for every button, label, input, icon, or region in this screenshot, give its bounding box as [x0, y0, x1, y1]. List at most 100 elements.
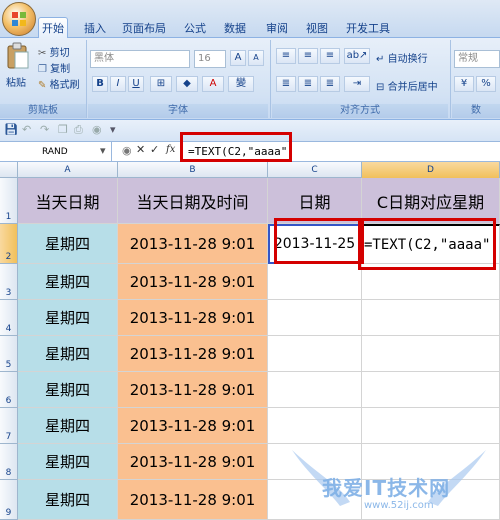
percent-button[interactable]: % [476, 76, 496, 92]
tab-insert[interactable]: 插入 [80, 20, 110, 38]
cell-b3[interactable]: 2013-11-28 9:01 [118, 264, 268, 300]
tab-formulas[interactable]: 公式 [180, 20, 210, 38]
select-all-corner[interactable] [0, 162, 18, 178]
row-header-5[interactable]: 5 [0, 336, 18, 372]
cancel-icon[interactable]: ✕ [136, 143, 145, 156]
cell-c7[interactable] [268, 408, 362, 444]
merge-center-button[interactable]: ⊟ 合并后居中 [376, 78, 438, 93]
scissors-icon: ✂ [38, 48, 47, 59]
cell-c5[interactable] [268, 336, 362, 372]
print-preview-icon[interactable]: ⎙ [74, 123, 83, 137]
column-header-c[interactable]: C [268, 162, 362, 178]
underline-button[interactable]: U [128, 76, 144, 92]
save-icon[interactable]: 💾︎ [4, 123, 18, 136]
cell-b2[interactable]: 2013-11-28 9:01 [118, 224, 268, 264]
cell-b5[interactable]: 2013-11-28 9:01 [118, 336, 268, 372]
cell-a3[interactable]: 星期四 [18, 264, 118, 300]
row-header-3[interactable]: 3 [0, 264, 18, 300]
row-header-2[interactable]: 2 [0, 224, 18, 264]
cell-c3[interactable] [268, 264, 362, 300]
cell-d6[interactable] [362, 372, 500, 408]
tab-home[interactable]: 开始 [38, 17, 68, 39]
cell-a4[interactable]: 星期四 [18, 300, 118, 336]
column-header-b[interactable]: B [118, 162, 268, 178]
column-header-d[interactable]: D [362, 162, 500, 178]
paste-button[interactable]: 粘贴 [4, 42, 32, 98]
currency-button[interactable]: ¥ [454, 76, 474, 92]
office-button[interactable] [2, 2, 36, 36]
camera-icon[interactable]: ◉ [92, 123, 102, 136]
tab-view[interactable]: 视图 [302, 20, 332, 38]
cell-a5[interactable]: 星期四 [18, 336, 118, 372]
font-size-select[interactable]: 16 [194, 50, 226, 68]
redo-icon[interactable]: ↷ [40, 123, 49, 136]
align-bottom-button[interactable]: ≡ [320, 48, 340, 64]
align-left-button[interactable]: ≣ [276, 76, 296, 92]
number-format-select[interactable]: 常规 [454, 50, 500, 68]
borders-button[interactable]: ⊞ [150, 76, 172, 92]
row-header-7[interactable]: 7 [0, 408, 18, 444]
tab-page-layout[interactable]: 页面布局 [118, 20, 170, 38]
cell-b6[interactable]: 2013-11-28 9:01 [118, 372, 268, 408]
cell-d4[interactable] [362, 300, 500, 336]
tab-data[interactable]: 数据 [220, 20, 250, 38]
phonetic-button[interactable]: 變 [228, 76, 254, 92]
cell-b8[interactable]: 2013-11-28 9:01 [118, 444, 268, 480]
cell-d7[interactable] [362, 408, 500, 444]
watermark-title: 我爱IT技术网 [322, 476, 451, 500]
align-top-button[interactable]: ≡ [276, 48, 296, 64]
tab-review[interactable]: 审阅 [262, 20, 292, 38]
row-header-1[interactable]: 1 [0, 178, 18, 224]
name-box[interactable]: RAND [0, 142, 112, 162]
enter-icon[interactable]: ✓ [150, 143, 159, 156]
cell-a6[interactable]: 星期四 [18, 372, 118, 408]
align-middle-button[interactable]: ≡ [298, 48, 318, 64]
row-header-8[interactable]: 8 [0, 444, 18, 480]
tab-developer[interactable]: 开发工具 [342, 20, 394, 38]
currency-icon: ¥ [460, 78, 468, 89]
wrap-text-button[interactable]: ↵ 自动换行 [376, 50, 428, 65]
grow-font-button[interactable]: A [230, 50, 246, 66]
format-painter-button[interactable]: ✎ 格式刷 [38, 76, 80, 91]
fill-color-icon: ◆ [183, 78, 191, 89]
shrink-font-button[interactable]: A [248, 50, 264, 66]
row-header-4[interactable]: 4 [0, 300, 18, 336]
align-center-icon: ≣ [303, 78, 313, 89]
font-name-select[interactable]: 黑体 [90, 50, 190, 68]
name-box-dropdown-icon[interactable]: ▾ [100, 144, 106, 157]
formula-dropdown-icon[interactable]: ◉ [122, 144, 132, 157]
font-color-button[interactable]: A [202, 76, 224, 92]
row-header-6[interactable]: 6 [0, 372, 18, 408]
orientation-button[interactable]: ab↗ [344, 48, 370, 64]
cell-a9[interactable]: 星期四 [18, 480, 118, 520]
undo-icon[interactable]: ↶ [22, 123, 31, 136]
cell-d5[interactable] [362, 336, 500, 372]
copy-button[interactable]: ❐ 复制 [38, 60, 70, 75]
bold-button[interactable]: B [92, 76, 108, 92]
insert-function-button[interactable]: fx [166, 144, 175, 155]
align-center-button[interactable]: ≣ [298, 76, 318, 92]
cell-b4[interactable]: 2013-11-28 9:01 [118, 300, 268, 336]
cell-c6[interactable] [268, 372, 362, 408]
column-header-a[interactable]: A [18, 162, 118, 178]
fill-color-button[interactable]: ◆ [176, 76, 198, 92]
indent-button[interactable]: ⇥ [344, 76, 370, 92]
cell-c4[interactable] [268, 300, 362, 336]
row-header-9[interactable]: 9 [0, 480, 18, 520]
cell-a2[interactable]: 星期四 [18, 224, 118, 264]
align-right-button[interactable]: ≣ [320, 76, 340, 92]
indent-icon: ⇥ [352, 78, 362, 89]
cell-b1[interactable]: 当天日期及时间 [118, 178, 268, 224]
chevron-down-icon[interactable]: ▾ [110, 123, 116, 136]
cut-button[interactable]: ✂ 剪切 [38, 44, 70, 59]
cell-a8[interactable]: 星期四 [18, 444, 118, 480]
cell-b7[interactable]: 2013-11-28 9:01 [118, 408, 268, 444]
cell-b9[interactable]: 2013-11-28 9:01 [118, 480, 268, 520]
cell-a1[interactable]: 当天日期 [18, 178, 118, 224]
copy-icon[interactable]: ❐ [58, 123, 68, 136]
merge-label: 合并后居中 [387, 82, 438, 93]
cell-a7[interactable]: 星期四 [18, 408, 118, 444]
italic-button[interactable]: I [110, 76, 126, 92]
borders-icon: ⊞ [156, 78, 166, 89]
wrap-text-label: 自动换行 [387, 54, 428, 65]
